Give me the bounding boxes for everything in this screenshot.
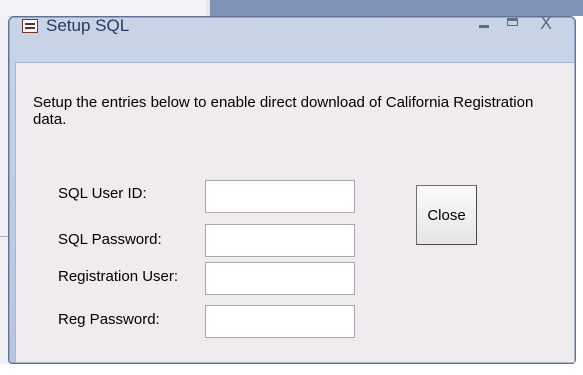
- sql-password-input[interactable]: [205, 224, 355, 257]
- sql-user-id-label: SQL User ID:: [58, 185, 147, 202]
- background-bottom: [0, 364, 583, 375]
- maximize-icon: [507, 18, 518, 26]
- registration-user-label: Registration User:: [58, 268, 179, 285]
- registration-user-input[interactable]: [205, 262, 355, 295]
- close-icon: X: [539, 13, 552, 33]
- background-left-strip: [0, 16, 8, 375]
- minimize-icon: [479, 25, 489, 28]
- background-band: [210, 0, 583, 16]
- window-close-button[interactable]: X: [532, 12, 560, 34]
- reg-password-label: Reg Password:: [58, 311, 160, 328]
- sql-password-label: SQL Password:: [58, 231, 162, 248]
- dialog-title: Setup SQL: [46, 16, 130, 35]
- sql-user-id-input[interactable]: [205, 180, 355, 213]
- close-button[interactable]: Close: [416, 185, 477, 245]
- maximize-button[interactable]: [499, 12, 527, 34]
- minimize-button[interactable]: [470, 12, 498, 34]
- instructions-text: Setup the entries below to enable direct…: [33, 94, 534, 128]
- background-toolbar: [0, 0, 210, 17]
- form-icon: [22, 19, 38, 33]
- reg-password-input[interactable]: [205, 305, 355, 338]
